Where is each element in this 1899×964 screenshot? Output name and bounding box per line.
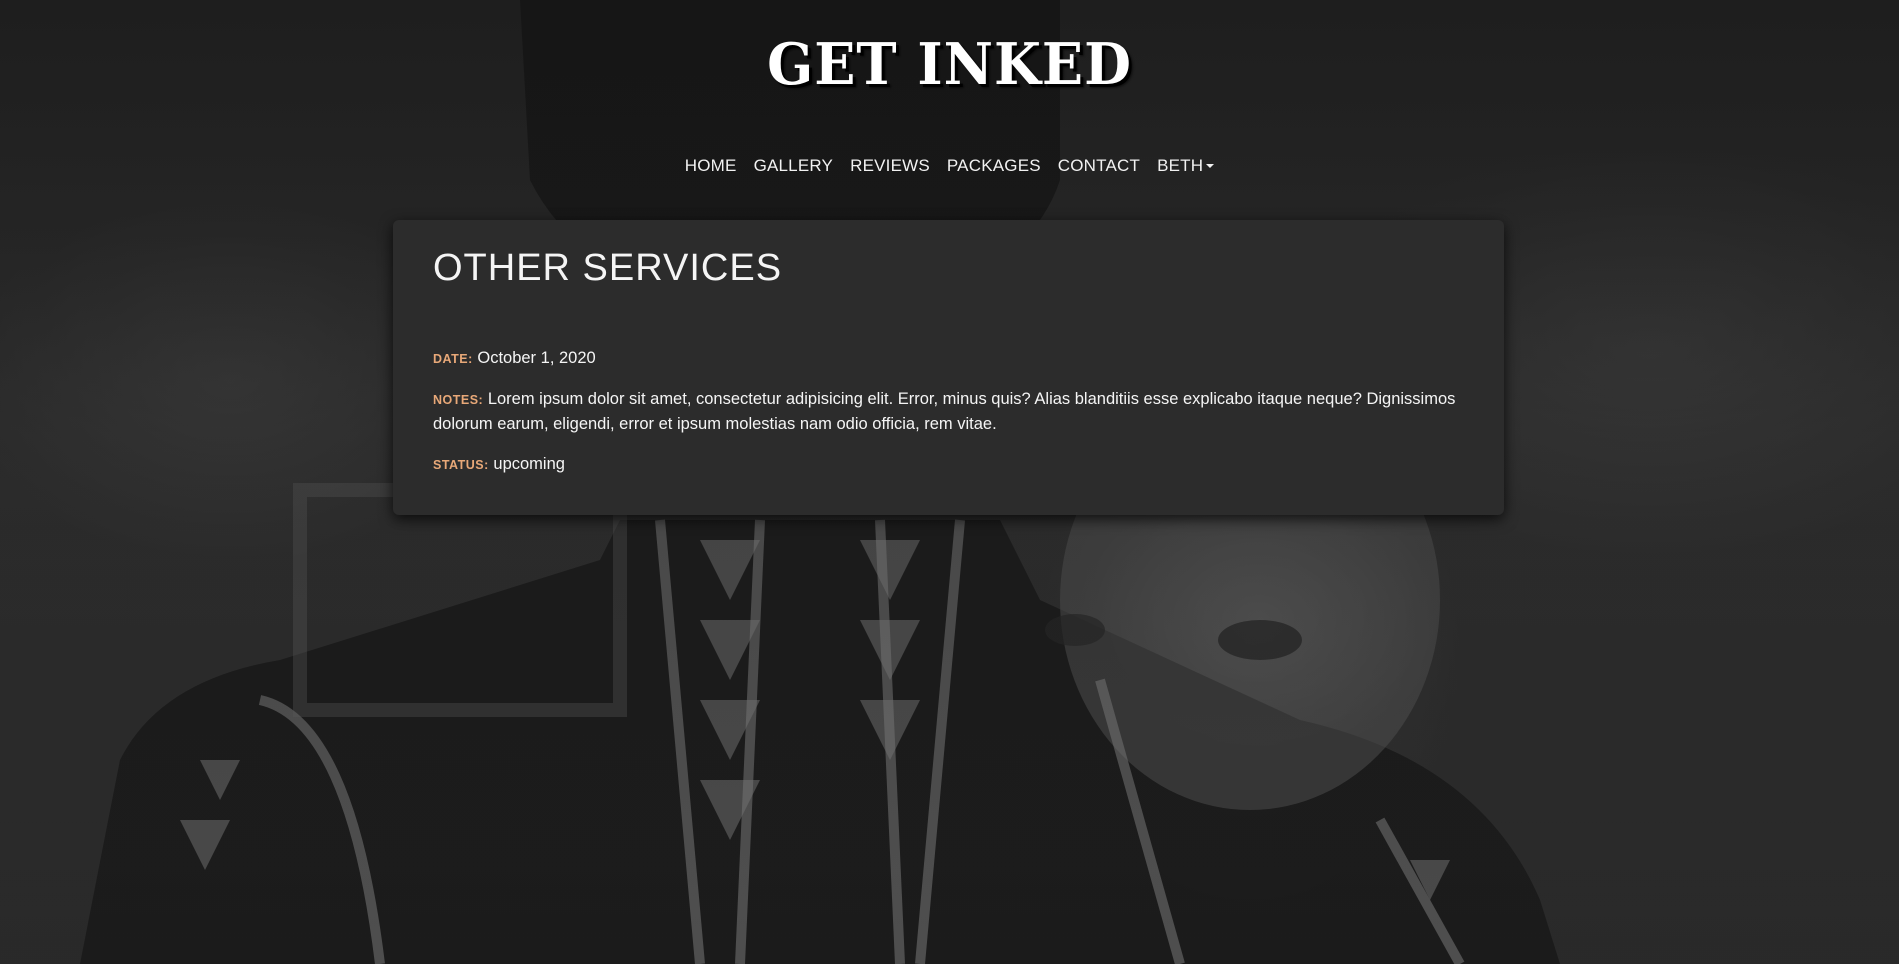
status-label: STATUS:	[433, 457, 489, 472]
date-label: DATE:	[433, 351, 473, 366]
status-value: upcoming	[493, 454, 565, 473]
nav-item-packages[interactable]: PACKAGES	[947, 156, 1041, 176]
notes-value: Lorem ipsum dolor sit amet, consectetur …	[433, 389, 1456, 433]
appointment-date-row: DATE: October 1, 2020	[433, 346, 1464, 371]
user-menu-label: BETH	[1157, 156, 1204, 175]
notes-label: NOTES:	[433, 392, 484, 407]
main-nav: HOME GALLERY REVIEWS PACKAGES CONTACT BE…	[0, 156, 1899, 176]
nav-item-gallery[interactable]: GALLERY	[754, 156, 834, 176]
appointment-card: OTHER SERVICES DATE: October 1, 2020 NOT…	[393, 220, 1504, 515]
nav-item-contact[interactable]: CONTACT	[1058, 156, 1140, 176]
page: GET INKED HOME GALLERY REVIEWS PACKAGES …	[0, 0, 1899, 964]
appointment-status-row: STATUS: upcoming	[433, 452, 1464, 477]
appointment-title: OTHER SERVICES	[433, 247, 783, 289]
nav-item-reviews[interactable]: REVIEWS	[850, 156, 930, 176]
nav-item-home[interactable]: HOME	[685, 156, 737, 176]
caret-down-icon	[1206, 164, 1215, 168]
appointment-notes-row: NOTES: Lorem ipsum dolor sit amet, conse…	[433, 387, 1464, 436]
site-logo[interactable]: GET INKED	[0, 30, 1899, 97]
user-menu-dropdown[interactable]: BETH	[1157, 156, 1215, 176]
date-value: October 1, 2020	[477, 348, 596, 367]
